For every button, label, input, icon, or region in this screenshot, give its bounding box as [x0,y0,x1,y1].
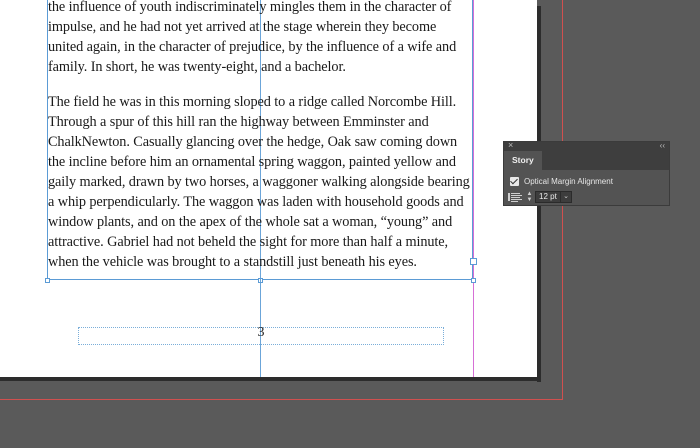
panel-title-bar[interactable]: × ‹‹ [504,140,669,151]
page-shadow-bottom [0,377,541,381]
stepper-down-icon[interactable]: ▼ [527,197,533,203]
page-number: 3 [257,325,265,340]
optical-margin-label: Optical Margin Alignment [524,176,613,186]
text-line: Through a spur of this hill ran the high… [48,114,429,130]
story-panel[interactable]: × ‹‹ Story Optical Margin Alignment ▲ ▼ … [503,140,670,206]
text-line: united again, in the character of prejud… [48,39,457,55]
text-line: family. In short, he was twenty-eight, a… [48,59,346,75]
tab-story[interactable]: Story [504,151,542,170]
text-line: the influence of youth indiscriminately … [48,0,452,15]
optical-margin-row: Optical Margin Alignment [510,175,613,187]
text-line: gaily marked, drawn by two horses, a wag… [48,174,470,190]
document-page[interactable]: the influence of youth indiscriminately … [0,0,537,377]
bleed-guide-bottom [0,399,563,400]
text-line: impulse, and he had not yet arrived at t… [48,19,437,35]
optical-margin-checkbox[interactable] [510,176,519,186]
paragraph: The field he was in this morning sloped … [48,92,478,272]
text-line: the incline before him an ornamental spr… [48,154,456,170]
text-line: window plants, and on the apex of the wh… [48,214,453,230]
panel-tab-bar: Story [504,151,669,170]
optical-margin-size-row: ▲ ▼ 12 pt ⌄ [508,190,572,204]
text-line: ChalkNewton. Casually glancing over the … [48,134,458,150]
text-line: a whip perpendicularly. The waggon was l… [48,194,464,210]
optical-margin-size-icon [508,191,522,203]
close-icon[interactable]: × [508,140,513,151]
paragraph: the influence of youth indiscriminately … [48,0,478,77]
optical-margin-size-field[interactable]: 12 pt [535,191,561,203]
text-line: when the vehicle was brought to a stands… [48,254,417,270]
story-text[interactable]: the influence of youth indiscriminately … [48,0,478,287]
text-line: The field he was in this morning sloped … [48,94,457,110]
text-line: attractive. Gabriel had not beheld the s… [48,234,449,250]
size-stepper[interactable]: ▲ ▼ [526,191,533,203]
chevron-down-icon[interactable]: ⌄ [561,191,572,203]
collapse-icon[interactable]: ‹‹ [660,140,665,151]
